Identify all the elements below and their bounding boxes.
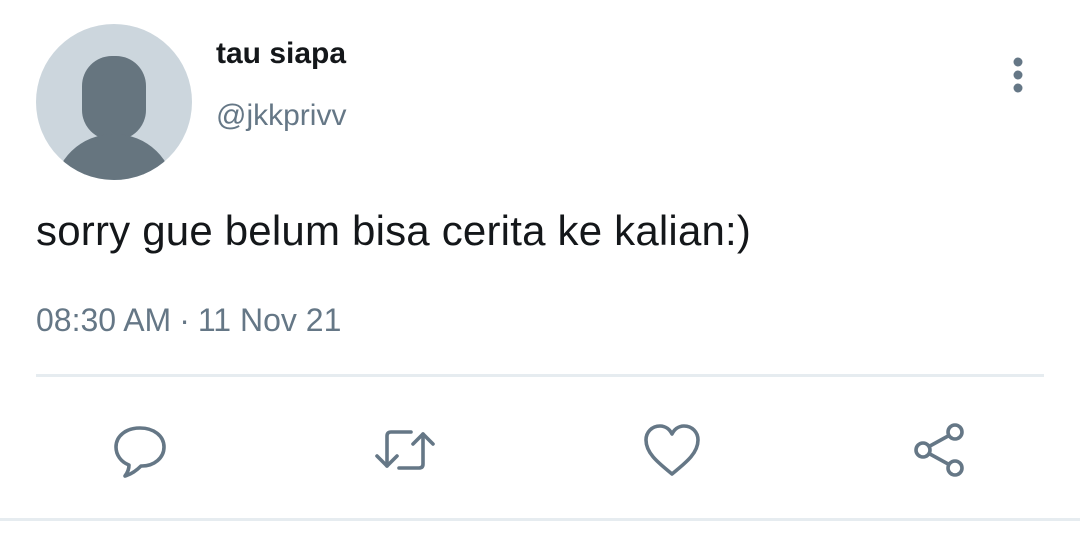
share-icon [914, 423, 964, 477]
more-options-button[interactable] [996, 52, 1040, 96]
like-button[interactable] [640, 418, 704, 482]
heart-icon [644, 424, 700, 476]
more-vertical-icon [1013, 57, 1023, 93]
retweet-icon [375, 430, 435, 470]
retweet-button[interactable] [373, 418, 437, 482]
reply-button[interactable] [108, 418, 172, 482]
tweet-time: 08:30 AM [36, 302, 172, 338]
tweet-timestamp: 08:30 AM · 11 Nov 21 [36, 302, 341, 339]
default-avatar-icon [36, 24, 192, 180]
divider [36, 374, 1044, 377]
tweet-date: 11 Nov 21 [197, 302, 342, 338]
bottom-divider [0, 518, 1080, 521]
tweet-text: sorry gue belum bisa cerita ke kalian:) [36, 207, 752, 254]
user-handle[interactable]: @jkkprivv [216, 99, 346, 133]
avatar[interactable] [36, 24, 192, 180]
meta-separator: · [179, 302, 190, 338]
display-name[interactable]: tau siapa [216, 37, 346, 71]
reply-icon [114, 426, 166, 478]
share-button[interactable] [908, 418, 972, 482]
